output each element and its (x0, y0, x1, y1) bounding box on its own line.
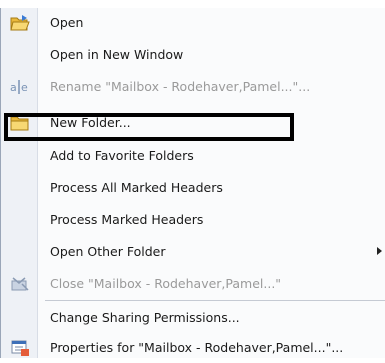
menu-item-label: Open (50, 15, 84, 30)
menu-item-process-marked-headers[interactable]: Process Marked Headers (1, 205, 385, 235)
open-folder-icon (10, 14, 30, 32)
menu-item-label: Process Marked Headers (50, 212, 204, 227)
menu-item-open-in-new-window[interactable]: Open in New Window (1, 40, 385, 70)
properties-icon (10, 339, 30, 357)
menu-item-process-all-marked-headers[interactable]: Process All Marked Headers (1, 173, 385, 203)
menu-item-label: Open in New Window (50, 47, 184, 62)
menu-item-label: Rename "Mailbox - Rodehaver,Pamel..."... (50, 79, 311, 94)
menu-item-rename[interactable]: a e Rename "Mailbox - Rodehaver,Pamel...… (1, 72, 385, 102)
svg-text:a: a (10, 81, 17, 94)
menu-item-properties[interactable]: Properties for "Mailbox - Rodehaver,Pame… (1, 333, 385, 363)
menu-item-add-to-favorites[interactable]: Add to Favorite Folders (1, 141, 385, 171)
svg-text:e: e (21, 81, 28, 94)
menu-item-label: New Folder... (50, 115, 131, 130)
submenu-arrow-icon (377, 247, 382, 255)
menu-item-label: Change Sharing Permissions... (50, 310, 240, 325)
close-mailbox-icon (10, 275, 30, 293)
new-folder-icon (10, 114, 30, 132)
menu-item-label: Properties for "Mailbox - Rodehaver,Pame… (50, 340, 344, 355)
context-menu: Open Open in New Window a e Rename "Mail… (0, 8, 385, 358)
menu-item-close-mailbox[interactable]: Close "Mailbox - Rodehaver,Pamel..." (1, 269, 385, 299)
rename-icon: a e (10, 78, 30, 96)
menu-item-label: Process All Marked Headers (50, 180, 223, 195)
menu-item-new-folder[interactable]: New Folder... (1, 108, 385, 138)
menu-item-change-sharing-permissions[interactable]: Change Sharing Permissions... (1, 303, 385, 333)
menu-separator (45, 300, 385, 301)
menu-item-open[interactable]: Open (1, 8, 385, 38)
menu-item-label: Close "Mailbox - Rodehaver,Pamel..." (50, 276, 282, 291)
menu-item-label: Open Other Folder (50, 244, 166, 259)
menu-item-open-other-folder[interactable]: Open Other Folder (1, 237, 385, 267)
top-edge (0, 0, 385, 8)
menu-item-label: Add to Favorite Folders (50, 148, 194, 163)
